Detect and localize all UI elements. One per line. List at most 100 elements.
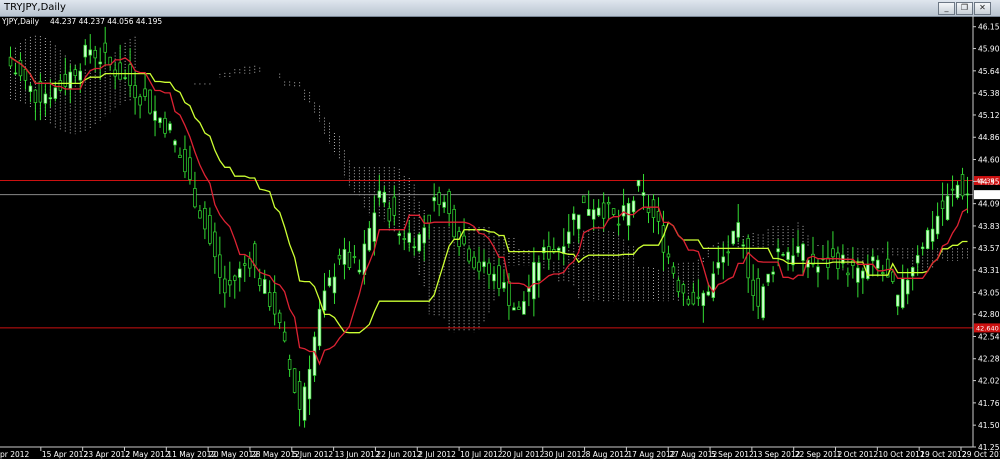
restore-button[interactable]: ❐ — [956, 2, 973, 15]
bear-candle — [143, 88, 147, 97]
bear-candle — [183, 149, 187, 173]
bear-candle — [133, 85, 137, 99]
y-tick-label: 43.830 — [978, 222, 1000, 231]
x-tick-label: 19 Oct 2012 — [920, 450, 967, 459]
bear-candle — [836, 252, 840, 270]
bull-candle — [796, 246, 800, 254]
bear-candle — [681, 284, 686, 294]
y-tick-label: 44.605 — [978, 156, 1000, 165]
bull-candle — [397, 233, 402, 236]
bear-candle — [103, 42, 107, 53]
bear-candle — [138, 96, 142, 106]
bull-candle — [48, 97, 53, 100]
bear-candle — [507, 281, 511, 306]
y-tick-label: 44.090 — [978, 200, 1000, 209]
bull-candle — [522, 301, 526, 315]
bear-candle — [881, 272, 885, 274]
bear-candle — [656, 211, 661, 222]
bear-candle — [387, 207, 392, 222]
bull-candle — [442, 201, 446, 208]
bear-candle — [277, 312, 282, 323]
bull-candle — [168, 123, 172, 131]
x-tick-label: 13 Jun 2012 — [335, 450, 380, 459]
bear-candle — [726, 251, 730, 254]
bull-candle — [731, 230, 735, 245]
x-tick-label: 8 Aug 2012 — [586, 450, 629, 459]
bull-candle — [332, 276, 337, 294]
y-tick-label: 43.315 — [978, 266, 1000, 275]
x-tick-label: 30 Jul 2012 — [544, 450, 587, 459]
bear-candle — [891, 271, 895, 282]
symbol-info-label: YJPY,Daily — [1, 17, 40, 26]
bear-candle — [118, 62, 122, 80]
bull-candle — [317, 308, 322, 347]
price-chart[interactable]: 44.3644.19542.640 46.15545.90045.64045.3… — [0, 16, 1000, 459]
bull-candle — [322, 290, 327, 311]
x-tick-label: 5 Jun 2012 — [293, 450, 334, 459]
bear-candle — [437, 192, 441, 205]
bull-candle — [78, 70, 82, 81]
bull-candle — [861, 270, 865, 279]
bull-candle — [900, 278, 905, 308]
bull-candle — [68, 71, 73, 89]
bear-candle — [208, 215, 212, 244]
y-tick-label: 42.025 — [978, 377, 1000, 386]
bull-candle — [955, 184, 960, 199]
x-tick-label: 10 Oct 2012 — [878, 450, 925, 459]
bull-candle — [786, 251, 790, 260]
bull-candle — [53, 87, 58, 99]
y-tick-label: 43.575 — [978, 244, 1000, 253]
bear-candle — [163, 117, 167, 134]
y-tick-label: 42.280 — [978, 355, 1000, 364]
bear-candle — [33, 89, 38, 103]
x-tick-label: 22 Jun 2012 — [376, 450, 421, 459]
y-tick-label: 43.055 — [978, 288, 1000, 297]
bull-candle — [123, 77, 127, 79]
bull-candle — [432, 197, 436, 202]
x-tick-label: 2 Jul 2012 — [418, 450, 456, 459]
bull-candle — [631, 200, 636, 213]
bear-candle — [213, 231, 217, 258]
bear-candle — [337, 254, 342, 260]
bear-candle — [696, 296, 701, 299]
bull-candle — [706, 291, 711, 296]
bull-candle — [781, 254, 785, 256]
bull-candle — [801, 243, 805, 261]
bull-candle — [925, 229, 930, 250]
bull-candle — [13, 72, 18, 75]
bear-candle — [517, 306, 521, 310]
bull-candle — [641, 192, 646, 196]
bull-candle — [871, 256, 875, 262]
bull-candle — [532, 262, 536, 300]
bear-candle — [292, 368, 297, 393]
bull-candle — [153, 110, 157, 121]
minimize-button[interactable]: _ — [938, 2, 955, 15]
y-tick-label: 44.350 — [978, 177, 1000, 186]
bear-candle — [178, 154, 182, 158]
bear-candle — [23, 68, 28, 81]
bull-candle — [896, 294, 900, 307]
bear-candle — [691, 291, 696, 305]
bull-candle — [43, 93, 48, 104]
bull-candle — [173, 140, 177, 146]
bull-candle — [372, 212, 377, 242]
bear-candle — [228, 279, 232, 286]
title-bar[interactable]: TRYJPY,Daily _ ❐ ✕ — [0, 0, 1000, 17]
bear-candle — [671, 266, 676, 274]
bear-candle — [581, 195, 586, 204]
y-tick-label: 46.155 — [978, 23, 1000, 32]
bear-candle — [940, 200, 945, 209]
bull-candle — [920, 246, 925, 249]
bull-candle — [362, 243, 367, 275]
bear-candle — [960, 174, 965, 197]
close-button[interactable]: ✕ — [974, 2, 991, 15]
bull-candle — [377, 190, 382, 198]
bull-candle — [357, 269, 362, 273]
bear-candle — [497, 265, 501, 289]
bear-candle — [616, 223, 621, 226]
bull-candle — [417, 234, 421, 252]
bull-candle — [422, 227, 426, 244]
bull-candle — [945, 195, 950, 220]
bull-candle — [716, 262, 721, 269]
bear-candle — [477, 261, 481, 272]
